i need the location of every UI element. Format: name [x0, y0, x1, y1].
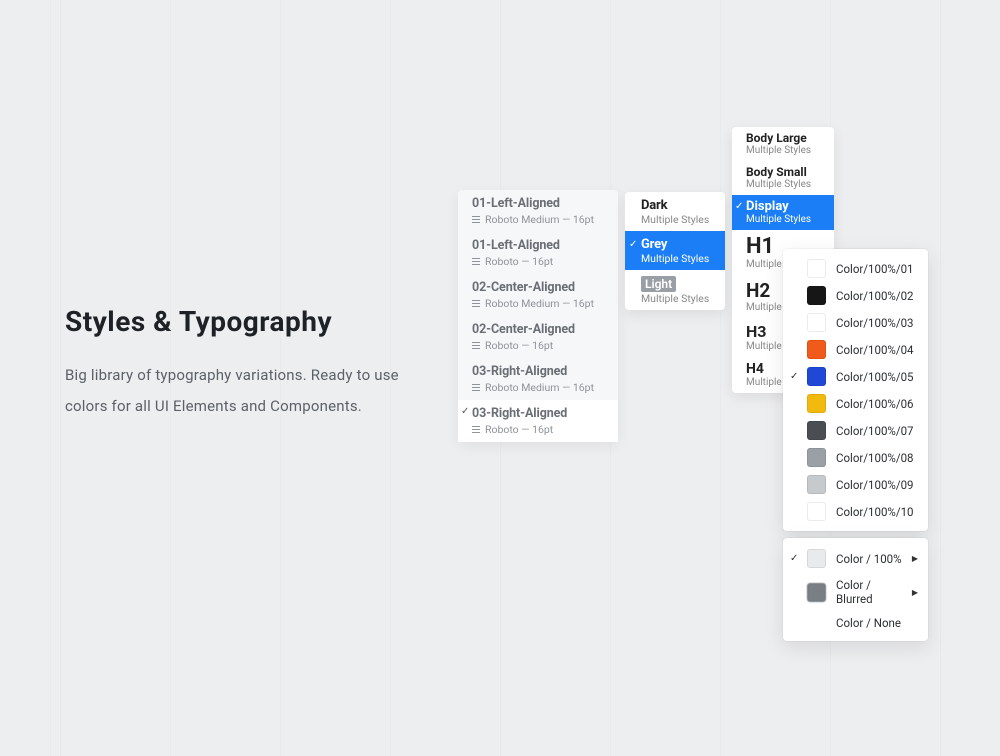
chevron-right-icon: ▶ [912, 588, 918, 597]
shade-sub: Multiple Styles [641, 292, 717, 305]
color-swatch [807, 421, 826, 440]
shade-item[interactable]: DarkMultiple Styles [625, 192, 725, 231]
page-title: Styles & Typography [65, 305, 435, 338]
text-style-detail: Roboto Medium — 16pt [472, 381, 608, 394]
check-icon: ✓ [735, 201, 743, 212]
shade-name: Light [641, 276, 676, 292]
check-icon: ✓ [461, 406, 469, 417]
check-icon: ✓ [790, 553, 798, 564]
text-style-item[interactable]: 01-Left-Aligned Roboto Medium — 16pt [458, 190, 618, 232]
text-style-item[interactable]: 01-Left-Aligned Roboto — 16pt [458, 232, 618, 274]
text-styles-panel: 01-Left-AlignedRoboto Medium — 16pt01-Le… [458, 190, 618, 442]
type-scale-sub: Multiple Styles [746, 214, 824, 225]
color-group-label: Color / 100% [836, 552, 902, 566]
type-scale-sub: Multiple Styles [746, 145, 824, 156]
check-icon: ✓ [629, 239, 637, 250]
color-item[interactable]: ✓ Color/100%/05 [783, 363, 928, 390]
color-swatch [807, 367, 826, 386]
color-swatch [807, 259, 826, 278]
color-item[interactable]: Color/100%/02 [783, 282, 928, 309]
check-icon: ✓ [790, 371, 798, 382]
text-style-detail: Roboto Medium — 16pt [472, 297, 608, 310]
paragraph-icon [472, 342, 480, 349]
text-style-detail: Roboto Medium — 16pt [472, 213, 608, 226]
color-item[interactable]: Color/100%/09 [783, 471, 928, 498]
text-style-name: 01-Left-Aligned [472, 196, 608, 211]
type-scale-name: Body Large [746, 131, 824, 145]
type-scale-item[interactable]: Body LargeMultiple Styles [732, 127, 834, 161]
color-label: Color/100%/05 [836, 370, 914, 384]
text-style-detail: Roboto — 16pt [472, 339, 608, 352]
paragraph-icon [472, 426, 480, 433]
color-label: Color/100%/08 [836, 451, 914, 465]
color-swatch [807, 475, 826, 494]
paragraph-icon [472, 384, 480, 391]
text-style-name: 03-Right-Aligned [472, 364, 608, 379]
type-scale-name: Display [746, 199, 824, 214]
text-style-name: 02-Center-Aligned [472, 280, 608, 295]
text-style-item[interactable]: 02-Center-Aligned Roboto Medium — 16pt [458, 274, 618, 316]
type-scale-sub: Multiple Styles [746, 179, 824, 190]
color-item[interactable]: Color/100%/08 [783, 444, 928, 471]
type-scale-item[interactable]: Body SmallMultiple Styles [732, 161, 834, 195]
paragraph-icon [472, 216, 480, 223]
shade-name: Dark [641, 198, 717, 213]
shade-item[interactable]: ✓ GreyMultiple Styles [625, 231, 725, 270]
shade-panel: DarkMultiple Styles✓GreyMultiple StylesL… [625, 192, 725, 310]
color-swatch-panel: Color/100%/01 Color/100%/02 Color/100%/03 C… [783, 249, 928, 531]
color-label: Color/100%/04 [836, 343, 914, 357]
color-swatch [807, 313, 826, 332]
text-style-item[interactable]: ✓03-Right-Aligned Roboto — 16pt [458, 400, 618, 442]
shade-name: Grey [641, 237, 717, 252]
text-style-name: 02-Center-Aligned [472, 322, 608, 337]
shade-item[interactable]: LightMultiple Styles [625, 270, 725, 310]
color-item[interactable]: Color/100%/01 [783, 255, 928, 282]
color-label: Color/100%/06 [836, 397, 914, 411]
color-swatch [807, 394, 826, 413]
color-item[interactable]: Color/100%/07 [783, 417, 928, 444]
color-group-item[interactable]: Color / Blurred ▶ [783, 573, 928, 611]
text-style-detail: Roboto — 16pt [472, 423, 608, 436]
color-swatch [807, 448, 826, 467]
color-label: Color/100%/02 [836, 289, 914, 303]
color-label: Color/100%/10 [836, 505, 914, 519]
color-swatch [807, 286, 826, 305]
page-description: Big library of typography variations. Re… [65, 360, 435, 422]
color-swatch [807, 340, 826, 359]
color-group-panel: ✓ Color / 100% ▶ Color / Blurred ▶ Color / No… [783, 538, 928, 641]
text-style-detail: Roboto — 16pt [472, 255, 608, 268]
text-style-name: 01-Left-Aligned [472, 238, 608, 253]
type-scale-name: Body Small [746, 165, 824, 179]
color-item[interactable]: Color/100%/10 [783, 498, 928, 525]
color-label: Color/100%/07 [836, 424, 914, 438]
type-scale-item[interactable]: ✓DisplayMultiple Styles [732, 195, 834, 230]
shade-sub: Multiple Styles [641, 213, 717, 226]
text-style-name: 03-Right-Aligned [472, 406, 608, 421]
color-label: Color/100%/01 [836, 262, 914, 276]
color-label: Color/100%/03 [836, 316, 914, 330]
color-swatch [807, 583, 826, 602]
paragraph-icon [472, 258, 480, 265]
color-item[interactable]: Color/100%/06 [783, 390, 928, 417]
hero-block: Styles & Typography Big library of typog… [65, 305, 435, 422]
text-style-item[interactable]: 02-Center-Aligned Roboto — 16pt [458, 316, 618, 358]
text-style-item[interactable]: 03-Right-Aligned Roboto Medium — 16pt [458, 358, 618, 400]
color-group-item[interactable]: ✓ Color / 100% ▶ [783, 544, 928, 573]
color-swatch [807, 549, 826, 568]
color-item[interactable]: Color/100%/04 [783, 336, 928, 363]
paragraph-icon [472, 300, 480, 307]
chevron-right-icon: ▶ [912, 554, 918, 563]
color-group-label: Color / Blurred [836, 578, 902, 606]
color-swatch [807, 502, 826, 521]
color-label: Color/100%/09 [836, 478, 914, 492]
color-group-item[interactable]: Color / None [783, 611, 928, 635]
color-group-label: Color / None [836, 616, 918, 630]
shade-sub: Multiple Styles [641, 252, 717, 265]
color-item[interactable]: Color/100%/03 [783, 309, 928, 336]
